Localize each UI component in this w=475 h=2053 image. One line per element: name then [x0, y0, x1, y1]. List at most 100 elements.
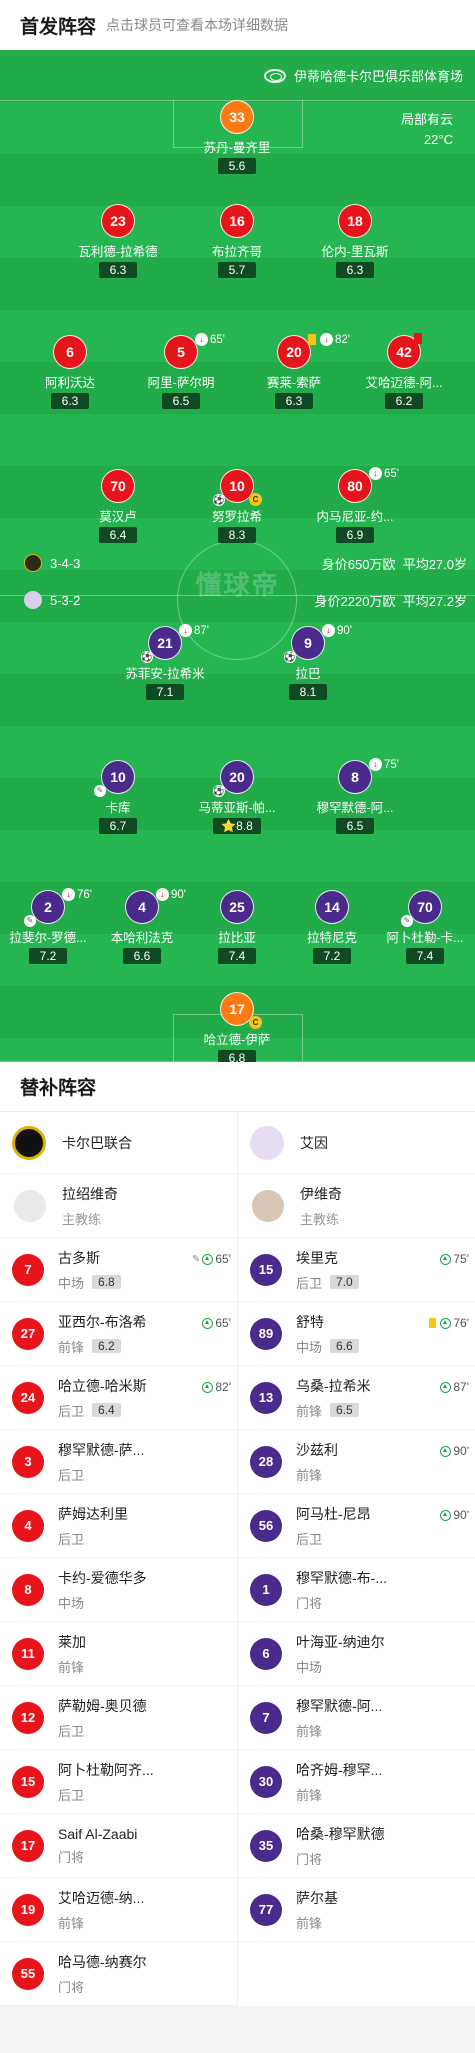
player-number-text: 17	[229, 1001, 245, 1017]
sub-player-row[interactable]: 7 古多斯 中场 6.8 ✎ 65'	[0, 1238, 237, 1302]
player-away-2[interactable]: 2 ✎ ↓ 76' 拉斐尔-罗德... 7.2	[0, 888, 96, 965]
home-team-logo-icon	[12, 1125, 46, 1160]
sub-number: 30	[250, 1765, 282, 1798]
sub-number: 15	[12, 1765, 44, 1798]
home-team-row[interactable]: 卡尔巴联合	[0, 1112, 237, 1174]
assist-icon: ✎	[24, 915, 36, 927]
sub-position: 后卫	[296, 1531, 323, 1547]
player-home-16[interactable]: 16 布拉齐哥 5.7	[189, 204, 285, 279]
temperature: 22°C	[423, 132, 453, 147]
sub-player-row[interactable]: 55 哈马德-纳赛尔 门将	[0, 1942, 237, 2006]
player-name: 哈立德-伊萨	[203, 1033, 271, 1047]
sub-number: 19	[12, 1893, 44, 1926]
sub-in-icon	[440, 1317, 452, 1329]
sub-position: 前锋	[296, 1467, 323, 1483]
player-home-23[interactable]: 23 瓦利德-拉希德 6.3	[70, 204, 166, 279]
sub-position: 门将	[296, 1595, 323, 1611]
sub-player-row[interactable]: 56 阿马杜-尼昂 后卫 90'	[238, 1494, 475, 1558]
assist-icon: ✎	[401, 915, 413, 927]
player-away-25[interactable]: 25 拉比亚 7.4	[189, 890, 285, 965]
sub-meta: 前锋 6.5	[296, 1401, 475, 1420]
sub-position: 前锋	[58, 1339, 85, 1355]
sub-info: 哈齐姆-穆罕... 前锋	[296, 1760, 475, 1804]
sub-player-row[interactable]: 15 阿卜杜勒阿齐... 后卫	[0, 1750, 237, 1814]
sub-info: 萨姆达利里 后卫	[58, 1504, 237, 1548]
player-rating: 7.4	[406, 948, 444, 964]
player-away-14[interactable]: 14 拉特尼克 7.2	[284, 890, 380, 965]
player-away-8[interactable]: 8 ↓ 75' 穆罕默德-阿... 6.5	[307, 758, 403, 835]
player-home-6[interactable]: 6 阿利沃达 6.3	[22, 335, 118, 410]
sub-player-row[interactable]: 3 穆罕默德-萨... 后卫	[0, 1430, 237, 1494]
sub-player-row[interactable]: 7 穆罕默德-阿... 前锋	[238, 1686, 475, 1750]
sub-player-row[interactable]: 12 萨勒姆-奥贝德 后卫	[0, 1686, 237, 1750]
sub-in-icon	[440, 1253, 452, 1265]
player-home-80[interactable]: 80 ↓ 65' 内马尼亚-约... 6.9	[307, 467, 403, 544]
player-away-10[interactable]: 10 ✎ 卡库 6.7	[70, 760, 166, 835]
sub-player-row[interactable]: 27 亚西尔-布洛希 前锋 6.2 65'	[0, 1302, 237, 1366]
sub-number: 4	[12, 1509, 44, 1542]
sub-player-row[interactable]: 6 叶海亚-纳迪尔 中场	[238, 1622, 475, 1686]
player-number: 80	[338, 469, 372, 503]
sub-out-tag: ↓ 90'	[156, 888, 186, 901]
sub-in-minute: 65'	[215, 1252, 231, 1266]
sub-meta: 中场 6.8	[58, 1273, 237, 1292]
player-rating: 6.2	[385, 393, 423, 409]
sub-in-time: 76'	[429, 1316, 469, 1330]
sub-player-row[interactable]: 35 哈桑-穆罕默德 门将	[238, 1814, 475, 1878]
sub-in-icon	[440, 1509, 452, 1521]
sub-rating: 7.0	[330, 1275, 359, 1289]
sub-player-row[interactable]: 4 萨姆达利里 后卫	[0, 1494, 237, 1558]
coach-name: 拉绍维奇	[62, 1185, 118, 1202]
player-home-20[interactable]: 20 ↓ 82' 赛莱-索萨 6.3	[246, 333, 350, 410]
sub-out-time: 90'	[171, 888, 186, 901]
sub-player-row[interactable]: 19 艾哈迈德-纳... 前锋	[0, 1878, 237, 1942]
subs-section: 卡尔巴联合 拉绍维奇 主教练 7 古多斯 中场 6.8 ✎ 65' 27 亚西尔-布洛希 前锋 6…	[0, 1112, 475, 2006]
sub-info: 穆罕默德-布-... 门将	[296, 1568, 475, 1612]
sub-name: 阿卜杜勒阿齐...	[58, 1761, 154, 1778]
sub-number: 55	[12, 1957, 44, 1990]
goal-ball-icon: ⚽	[284, 651, 296, 663]
sub-player-row[interactable]: 77 萨尔基 前锋	[238, 1878, 475, 1942]
away-coach-row[interactable]: 伊维奇 主教练	[238, 1174, 475, 1238]
player-rating: 6.3	[99, 262, 137, 278]
sub-in-icon	[440, 1381, 452, 1393]
sub-in-minute: 76'	[453, 1316, 469, 1330]
sub-player-row[interactable]: 30 哈齐姆-穆罕... 前锋	[238, 1750, 475, 1814]
player-away-70[interactable]: 70 ✎ 阿卜杜勒-卡... 7.4	[377, 890, 473, 965]
player-away-9[interactable]: 9 ⚽ ↓ 90' 拉巴 8.1	[260, 624, 356, 701]
player-home-70[interactable]: 70 莫汉卢 6.4	[70, 469, 166, 544]
sub-meta: 后卫 6.4	[58, 1401, 237, 1420]
player-home-10[interactable]: 10 C ⚽ 努罗拉希 8.3	[189, 469, 285, 544]
sub-player-row[interactable]: 15 埃里克 后卫 7.0 75'	[238, 1238, 475, 1302]
sub-player-row[interactable]: 11 莱加 前锋	[0, 1622, 237, 1686]
sub-number: 1	[250, 1573, 282, 1606]
player-home-42[interactable]: 42 艾哈迈德-阿... 6.2	[356, 333, 452, 410]
sub-number: 24	[12, 1381, 44, 1414]
home-coach-row[interactable]: 拉绍维奇 主教练	[0, 1174, 237, 1238]
player-home-33[interactable]: 33 苏丹-曼齐里 5.6	[189, 100, 285, 175]
sub-player-row[interactable]: 13 乌桑-拉希米 前锋 6.5 87'	[238, 1366, 475, 1430]
player-away-21[interactable]: 21 ⚽ ↓ 87' 苏菲安-拉希米 7.1	[117, 624, 213, 701]
sub-player-row[interactable]: 1 穆罕默德-布-... 门将	[238, 1558, 475, 1622]
away-team-row[interactable]: 艾因	[238, 1112, 475, 1174]
sub-name: 哈齐姆-穆罕...	[296, 1761, 383, 1778]
player-number: 70 ✎	[401, 890, 442, 927]
away-team-badge-icon	[24, 591, 42, 609]
sub-name: 古多斯	[58, 1249, 100, 1266]
sub-out-icon: ↓	[369, 467, 382, 480]
sub-player-row[interactable]: 24 哈立德-哈米斯 后卫 6.4 82'	[0, 1366, 237, 1430]
sub-player-row[interactable]: 28 沙兹利 前锋 90'	[238, 1430, 475, 1494]
player-number: 10 ✎	[94, 760, 135, 797]
sub-name: 哈马德-纳赛尔	[58, 1953, 147, 1970]
sub-out-icon: ↓	[322, 624, 335, 637]
player-away-17[interactable]: 17 C 哈立德-伊萨 6.8	[189, 992, 285, 1062]
player-away-20[interactable]: 20 ⚽ 马蒂亚斯-帕... ⭐8.8	[189, 760, 285, 835]
sub-out-time: 82'	[335, 333, 350, 346]
sub-player-row[interactable]: 8 卡约-爱德华多 中场	[0, 1558, 237, 1622]
player-home-18[interactable]: 18 伦内-里瓦斯 6.3	[307, 204, 403, 279]
player-away-4[interactable]: 4 ↓ 90' 本哈利法克 6.6	[94, 888, 190, 965]
player-home-5[interactable]: 5 ↓ 65' 阿里-萨尔明 6.5	[133, 333, 229, 410]
sub-player-row[interactable]: 17 Saif Al-Zaabi 门将	[0, 1814, 237, 1878]
sub-info: 穆罕默德-阿... 前锋	[296, 1696, 475, 1740]
sub-player-row[interactable]: 89 舒特 中场 6.6 76'	[238, 1302, 475, 1366]
